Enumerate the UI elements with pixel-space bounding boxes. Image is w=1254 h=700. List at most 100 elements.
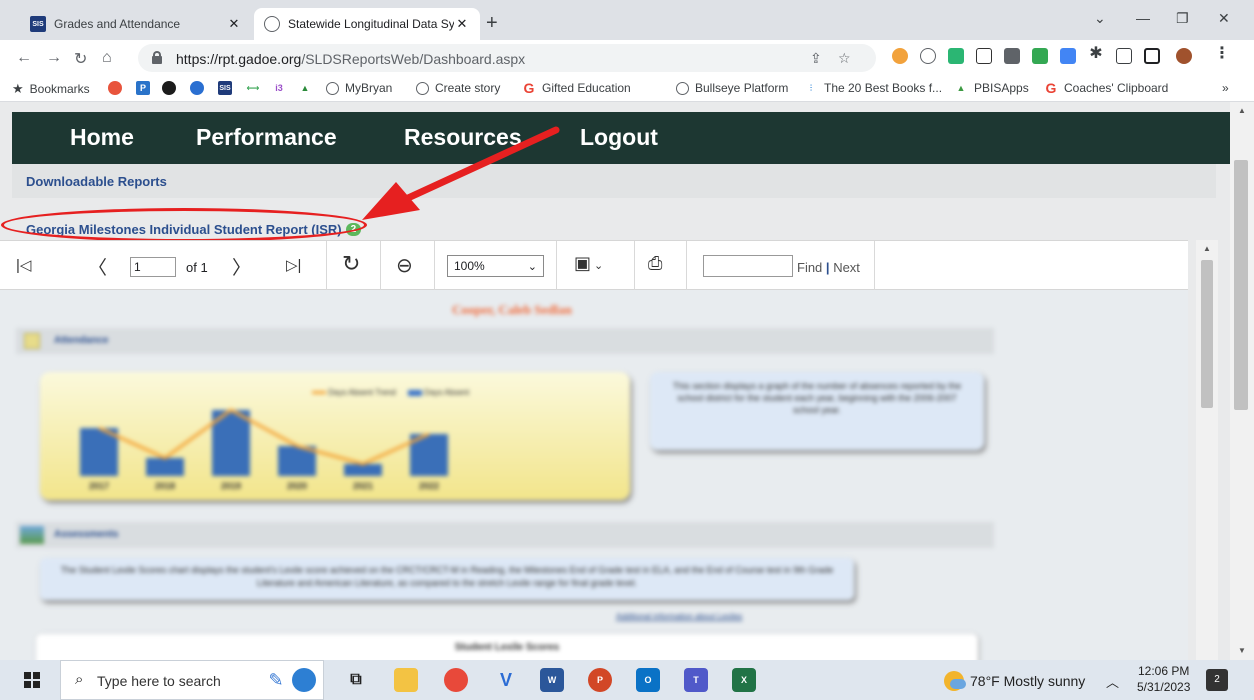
nav-performance[interactable]: Performance <box>196 124 337 151</box>
tab-statewide-longitudinal-data[interactable]: Statewide Longitudinal Data Syst ✕ <box>254 8 480 40</box>
extensions-puzzle-icon[interactable]: ✱ <box>1088 46 1104 62</box>
vpn-icon[interactable]: V <box>494 668 518 692</box>
bookmarks-folder[interactable]: ★ Bookmarks <box>12 81 90 97</box>
bookmark-pbisapps[interactable]: ▲ PBISApps <box>954 81 1029 95</box>
home-icon[interactable]: ⌂ <box>102 49 112 67</box>
avatar[interactable] <box>1176 48 1192 64</box>
forward-arrow-icon[interactable]: → <box>46 49 62 67</box>
page-count-label: of 1 <box>186 260 208 275</box>
lexile-info-link[interactable]: Additional information about Lexiles <box>616 612 742 621</box>
system-clock[interactable]: 12:06 PM 5/31/2023 <box>1137 663 1190 695</box>
tab-grades-and-attendance[interactable]: SIS Grades and Attendance ✕ <box>20 8 252 40</box>
notifications-icon[interactable]: 2 <box>1206 669 1228 691</box>
lock-icon[interactable] <box>152 51 162 64</box>
nav-home[interactable]: Home <box>70 124 134 151</box>
attendance-bar <box>344 464 382 476</box>
first-page-icon[interactable]: |◁ <box>16 256 31 274</box>
bookmark-icon-only[interactable]: ▲ <box>298 81 318 95</box>
menu-kebab-icon[interactable]: ⋮ <box>1214 46 1230 62</box>
globe-icon <box>326 81 339 95</box>
bookmark-20-best-books[interactable]: ⫶ The 20 Best Books f... <box>804 81 942 95</box>
extension-grid-icon[interactable] <box>976 48 992 64</box>
side-panel-icon[interactable] <box>1144 48 1160 64</box>
bookmark-icon-only[interactable]: P <box>136 81 156 95</box>
windows-start-icon[interactable] <box>24 672 40 688</box>
scrollbar-thumb[interactable] <box>1234 160 1248 410</box>
bookmark-icon-only[interactable] <box>190 81 210 95</box>
tab-title: Grades and Attendance <box>54 17 181 31</box>
extension-timer-icon[interactable] <box>920 48 936 64</box>
page-scrollbar[interactable]: ▲ ▼ <box>1230 102 1254 660</box>
url-text[interactable]: https://rpt.gadoe.org/SLDSReportsWeb/Das… <box>176 51 525 67</box>
close-icon[interactable]: ✕ <box>454 16 470 32</box>
bookmark-icon-only[interactable] <box>108 81 128 95</box>
back-to-parent-icon[interactable]: ⊖ <box>396 253 413 278</box>
bookmark-icon-only[interactable] <box>162 81 182 95</box>
attendance-icon <box>24 333 40 349</box>
word-icon[interactable]: W <box>540 668 564 692</box>
task-view-icon[interactable]: ⧉ <box>344 668 368 692</box>
reload-icon[interactable]: ↻ <box>74 49 87 69</box>
bookmark-mybryan[interactable]: MyBryan <box>326 81 392 95</box>
extension-blue-icon[interactable] <box>1060 48 1076 64</box>
find-next-links: Find | Next <box>797 260 860 275</box>
bookmark-gifted-education[interactable]: G Gifted Education <box>522 80 631 96</box>
back-arrow-icon[interactable]: ← <box>16 49 32 67</box>
next-link[interactable]: Next <box>833 260 860 275</box>
new-tab-button[interactable]: + <box>486 12 498 35</box>
extension-on-icon[interactable] <box>892 48 908 64</box>
share-icon[interactable]: ⇪ <box>810 50 822 67</box>
x-tick-label: 2022 <box>419 481 439 491</box>
restore-button[interactable]: ❐ <box>1176 10 1189 27</box>
chevron-up-icon[interactable]: ︿ <box>1106 672 1119 691</box>
previous-page-icon[interactable]: 〈 <box>88 253 107 280</box>
find-input[interactable] <box>703 255 793 277</box>
scrollbar-thumb[interactable] <box>1201 260 1213 408</box>
print-icon[interactable]: ⎙ <box>648 253 662 274</box>
weather-widget[interactable]: 78°F Mostly sunny <box>944 671 1085 691</box>
chrome-icon[interactable] <box>444 668 468 692</box>
save-export-icon[interactable]: ▣ ⌄ <box>574 253 603 274</box>
powerpoint-icon[interactable]: P <box>588 668 612 692</box>
cast-icon[interactable] <box>1116 48 1132 64</box>
extension-save-icon[interactable] <box>1004 48 1020 64</box>
next-page-icon[interactable]: 〉 <box>232 253 251 280</box>
tab-title: Statewide Longitudinal Data Syst <box>288 17 454 31</box>
scroll-up-arrow-icon: ▲ <box>1238 106 1246 115</box>
bookmark-icon-only[interactable]: ⟷ <box>246 81 266 95</box>
browser-tab-strip: SIS Grades and Attendance ✕ Statewide Lo… <box>0 0 1254 40</box>
find-link[interactable]: Find <box>797 260 822 275</box>
page-number-input[interactable]: 1 <box>130 257 176 277</box>
extension-green-icon[interactable] <box>948 48 964 64</box>
file-explorer-icon[interactable] <box>394 668 418 692</box>
excel-icon[interactable]: X <box>732 668 756 692</box>
close-icon[interactable]: ✕ <box>226 16 242 32</box>
annotation-ellipse <box>1 208 367 242</box>
tab-search-chevron-icon[interactable]: ⌄ <box>1094 10 1106 27</box>
google-icon: G <box>1045 80 1057 96</box>
google-drive-icon[interactable] <box>1032 48 1048 64</box>
zoom-select[interactable]: 100% ⌄ <box>447 255 544 277</box>
bookmark-bullseye-platform[interactable]: Bullseye Platform <box>676 81 788 95</box>
bookmark-chart-icon: ▲ <box>300 83 310 93</box>
minimize-button[interactable]: — <box>1136 10 1150 26</box>
address-bar[interactable]: https://rpt.gadoe.org/SLDSReportsWeb/Das… <box>138 44 876 72</box>
downloadable-reports-link[interactable]: Downloadable Reports <box>26 174 167 189</box>
outlook-icon[interactable]: O <box>636 668 660 692</box>
assistant-icon[interactable] <box>292 668 316 692</box>
refresh-icon[interactable]: ↻ <box>342 251 360 277</box>
last-page-icon[interactable]: ▷| <box>286 256 301 274</box>
bookmark-icon-only[interactable]: i3 <box>272 81 292 95</box>
bookmarks-overflow-button[interactable]: » <box>1222 81 1229 95</box>
bookmark-star-icon[interactable]: ☆ <box>838 50 851 67</box>
bookmark-create-story[interactable]: Create story <box>416 81 500 95</box>
nav-resources[interactable]: Resources <box>404 124 522 151</box>
teams-icon[interactable]: T <box>684 668 708 692</box>
scroll-down-arrow-icon: ▼ <box>1238 646 1246 655</box>
bookmark-coaches-clipboard[interactable]: G Coaches' Clipboard <box>1044 80 1169 96</box>
nav-logout[interactable]: Logout <box>580 124 658 151</box>
report-scrollbar[interactable]: ▲ <box>1196 240 1218 660</box>
bookmark-icon-only[interactable]: SIS <box>218 81 238 95</box>
whiteboard-icon[interactable]: ✎ <box>264 668 288 692</box>
window-close-button[interactable]: ✕ <box>1218 10 1230 27</box>
